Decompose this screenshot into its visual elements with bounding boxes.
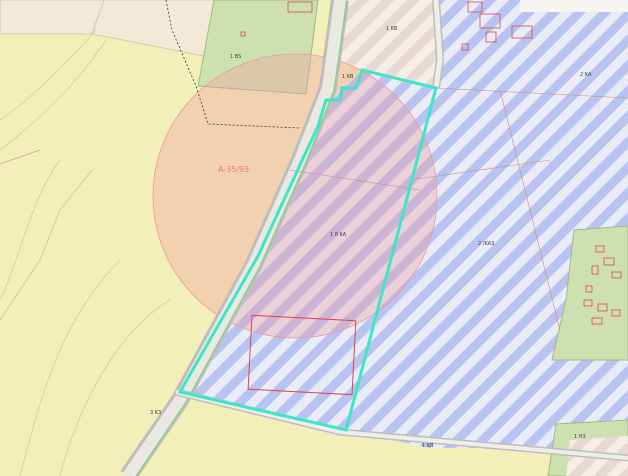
zone-label: A-35/93: [218, 165, 249, 174]
parcel-road-label: 1 KB: [342, 74, 354, 80]
map-canvas[interactable]: A-35/93 1 8 KA 2 /KA3 1 KB 1 BS 1 KB 1 H…: [0, 0, 628, 476]
white-strip-north: [520, 0, 628, 12]
parcel-main-label: 1 8 KA: [330, 232, 347, 238]
road-label: 1 KB: [422, 443, 434, 449]
zone-north-west: [0, 0, 105, 35]
parcel-top-label: 1 KB: [386, 26, 398, 32]
parcel-bottom-right-label: 1 H3: [574, 434, 586, 440]
parcel-far-right-label: 2 KA: [580, 72, 592, 78]
map-svg: A-35/93 1 8 KA 2 /KA3 1 KB 1 BS 1 KB 1 H…: [0, 0, 628, 476]
parcel-east-label: 2 /KA3: [478, 241, 494, 247]
parcel-small-label: 3 K3: [150, 410, 161, 416]
parcel-topleft-label: 1 BS: [230, 54, 241, 60]
zone-circle: [152, 53, 438, 339]
